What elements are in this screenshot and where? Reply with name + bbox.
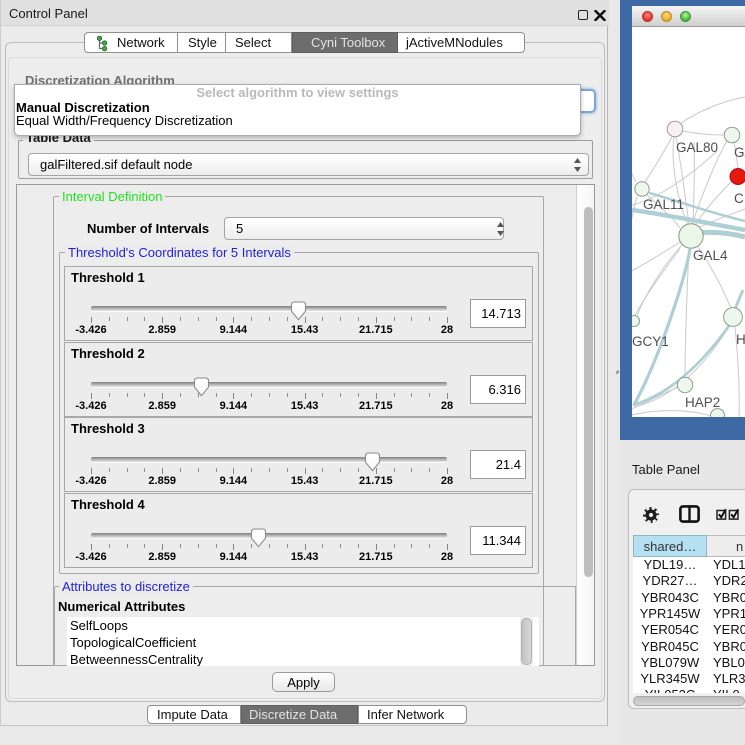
svg-text:C: C — [734, 191, 744, 206]
svg-text:H: H — [736, 332, 745, 347]
svg-text:GAL80: GAL80 — [676, 140, 718, 155]
svg-text:HAP2: HAP2 — [685, 395, 720, 410]
svg-text:GAL11: GAL11 — [643, 197, 684, 212]
svg-text:GAL4: GAL4 — [693, 248, 728, 263]
svg-text:GA: GA — [734, 145, 745, 160]
svg-text:GCY1: GCY1 — [632, 334, 669, 349]
